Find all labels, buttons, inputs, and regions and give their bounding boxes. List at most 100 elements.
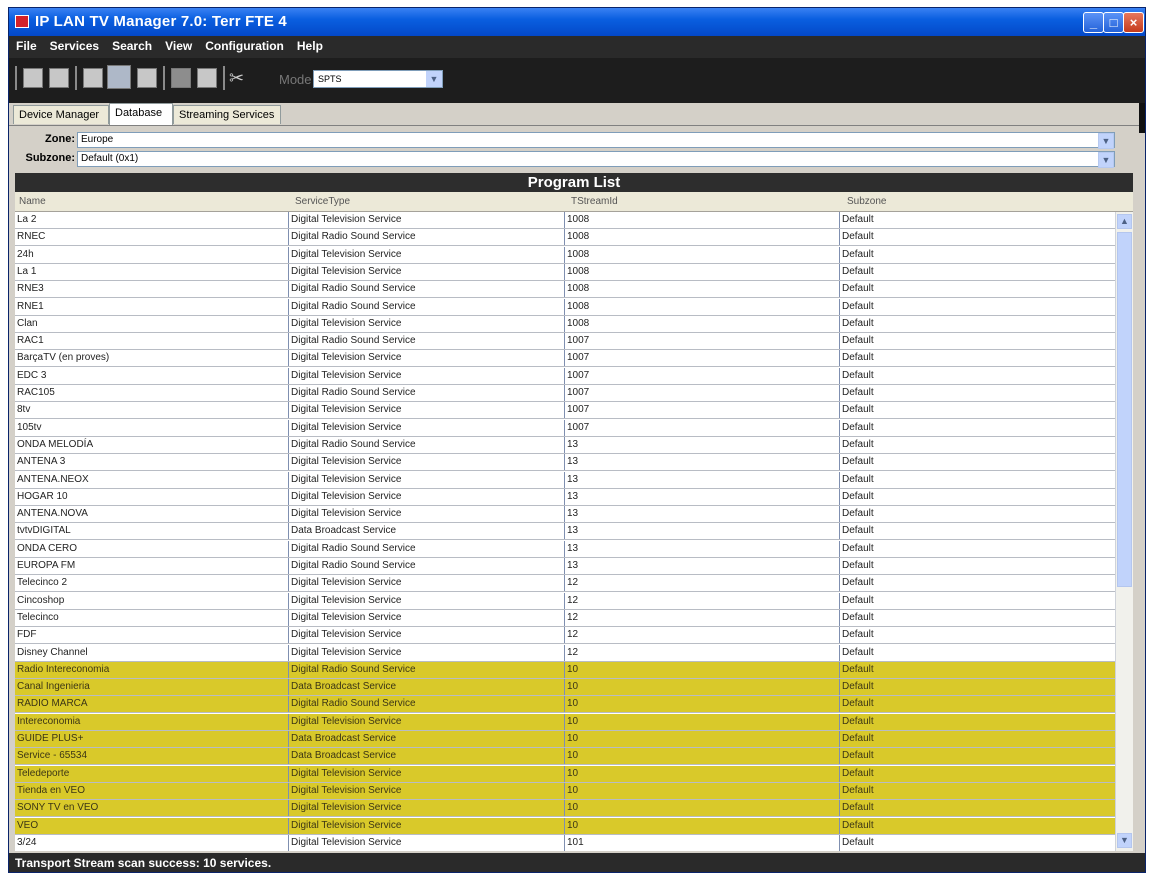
cell-subzone: Default [842,716,874,727]
cell-tstreamid: 12 [565,627,840,643]
table-row[interactable]: tvtvDIGITAL Data Broadcast Service 13 Defau… [15,523,1115,540]
cell-service-type: Digital Television Service [289,766,565,782]
cell-subzone: Default [842,768,874,779]
subzone-select[interactable]: Default (0x1) ▼ [77,151,1115,168]
table-row[interactable]: BarçaTV (en proves) Digital Television Se… [15,350,1115,367]
cell-subzone: Default [842,266,874,277]
table-row[interactable]: GUIDE PLUS+ Data Broadcast Service 10 Defau… [15,731,1115,748]
table-row[interactable]: Cincoshop Digital Television Service 12 Def… [15,593,1115,610]
cell-service-type: Digital Television Service [289,783,565,799]
table-row[interactable]: RNE1 Digital Radio Sound Service 1008 Defau… [15,299,1115,316]
menu-help[interactable]: Help [290,36,329,53]
menu-configuration[interactable]: Configuration [198,36,290,53]
tab-device-manager[interactable]: Device Manager [13,105,109,124]
table-row[interactable]: ANTENA.NEOX Digital Television Service 13 D… [15,472,1115,489]
scan-icon[interactable] [107,65,131,89]
cell-service-type: Digital Television Service [289,714,565,730]
table-row[interactable]: HOGAR 10 Digital Television Service 13 Defa… [15,489,1115,506]
chevron-down-icon[interactable]: ▼ [1098,133,1114,149]
table-row[interactable]: Disney Channel Digital Television Service… [15,645,1115,662]
maximize-button[interactable]: □ [1103,12,1124,33]
table-row[interactable]: La 1 Digital Television Service 1008 Defaul… [15,264,1115,281]
cell-service-type: Digital Radio Sound Service [289,229,565,245]
stop-icon[interactable] [171,68,191,88]
table-row[interactable]: Telecinco Digital Television Service 12 Def… [15,610,1115,627]
table-row[interactable]: Telecinco 2 Digital Television Service 12 D… [15,575,1115,592]
cell-tstreamid: 1008 [565,229,840,245]
table-row[interactable]: ANTENA.NOVA Digital Television Service 13 D… [15,506,1115,523]
menu-file[interactable]: File [9,36,43,53]
cell-subzone: Default [842,750,874,761]
table-row[interactable]: RADIO MARCA Digital Radio Sound Service 10… [15,696,1115,713]
cell-tstreamid: 13 [565,454,840,470]
column-header-tstreamid[interactable]: TStreamId [571,196,618,207]
cell-service-type: Digital Television Service [289,420,565,436]
minimize-button[interactable]: _ [1083,12,1104,33]
import-icon[interactable] [23,68,43,88]
table-row[interactable]: EDC 3 Digital Television Service 1007 Defau… [15,368,1115,385]
menu-services[interactable]: Services [43,36,105,53]
cell-name: tvtvDIGITAL [15,523,289,539]
table-row[interactable]: 8tv Digital Television Service 1007 Default [15,402,1115,419]
zone-select[interactable]: Europe ▼ [77,132,1115,149]
table-row[interactable]: 105tv Digital Television Service 1007 Defau… [15,420,1115,437]
table-row[interactable]: Intereconomia Digital Television Service 1… [15,714,1115,731]
cell-service-type: Digital Television Service [289,454,565,470]
table-row[interactable]: Service - 65534 Data Broadcast Service 10 D… [15,748,1115,765]
cell-name: ONDA CERO [15,541,289,557]
table-row[interactable]: 24h Digital Television Service 1008 Default [15,247,1115,264]
table-row[interactable]: Teledeporte Digital Television Service 10 D… [15,766,1115,783]
table-row[interactable]: EUROPA FM Digital Radio Sound Service 13 De… [15,558,1115,575]
table-row[interactable]: RAC1 Digital Radio Sound Service 1007 Defau… [15,333,1115,350]
table-row[interactable]: FDF Digital Television Service 12 Default [15,627,1115,644]
table-row[interactable]: Radio Intereconomia Digital Radio Sound S… [15,662,1115,679]
table-row[interactable]: RNE3 Digital Radio Sound Service 1008 Defau… [15,281,1115,298]
cell-service-type: Digital Television Service [289,316,565,332]
chevron-down-icon[interactable]: ▼ [1098,152,1114,168]
table-row[interactable]: Clan Digital Television Service 1008 Defaul… [15,316,1115,333]
vertical-scrollbar[interactable]: ▲ ▼ [1115,212,1133,851]
cell-service-type: Digital Television Service [289,575,565,591]
table-row[interactable]: Canal Ingenieria Data Broadcast Service 10… [15,679,1115,696]
cell-tstreamid: 13 [565,506,840,522]
export-icon[interactable] [49,68,69,88]
document-icon[interactable] [197,68,217,88]
column-header-servicetype[interactable]: ServiceType [295,196,350,207]
close-button[interactable]: × [1123,12,1144,33]
table-row[interactable]: La 2 Digital Television Service 1008 Defaul… [15,212,1115,229]
tab-database[interactable]: Database [109,103,173,125]
cell-name: 105tv [15,420,289,436]
menu-view[interactable]: View [158,36,198,53]
title-bar[interactable]: IP LAN TV Manager 7.0: Terr FTE 4 _ □ × [9,8,1145,36]
scroll-down-icon[interactable]: ▼ [1117,833,1132,848]
column-header-subzone[interactable]: Subzone [847,196,886,207]
cell-subzone: Default [842,698,874,709]
column-header-name[interactable]: Name [19,196,46,207]
chevron-down-icon[interactable]: ▼ [426,71,442,87]
tab-streaming-services[interactable]: Streaming Services [173,105,281,124]
scroll-thumb[interactable] [1117,232,1132,587]
table-row[interactable]: Tienda en VEO Digital Television Service 1… [15,783,1115,800]
table-row[interactable]: ONDA CERO Digital Radio Sound Service 13 De… [15,541,1115,558]
scroll-up-icon[interactable]: ▲ [1117,214,1132,229]
cell-name: La 2 [15,212,289,228]
mode-select[interactable]: SPTS ▼ [313,70,443,88]
cell-tstreamid: 1008 [565,299,840,315]
cell-name: FDF [15,627,289,643]
toolbar-separator [15,66,17,90]
cell-name: Tienda en VEO [15,783,289,799]
table-row[interactable]: VEO Digital Television Service 10 Default [15,818,1115,835]
table-row[interactable]: RNEC Digital Radio Sound Service 1008 Defau… [15,229,1115,246]
cell-subzone: Default [842,543,874,554]
table-row[interactable]: ONDA MELODÍA Digital Radio Sound Service 1… [15,437,1115,454]
table-row[interactable]: ANTENA 3 Digital Television Service 13 Defa… [15,454,1115,471]
table-row[interactable]: 3/24 Digital Television Service 101 Default [15,835,1115,851]
refresh-icon[interactable] [83,68,103,88]
table-row[interactable]: SONY TV en VEO Digital Television Service… [15,800,1115,817]
tools-icon[interactable]: ✂ [229,68,249,88]
menu-search[interactable]: Search [105,36,158,53]
table-row[interactable]: RAC105 Digital Radio Sound Service 1007 Def… [15,385,1115,402]
cell-name: VEO [15,818,289,834]
cell-tstreamid: 10 [565,714,840,730]
binoculars-icon[interactable] [137,68,157,88]
